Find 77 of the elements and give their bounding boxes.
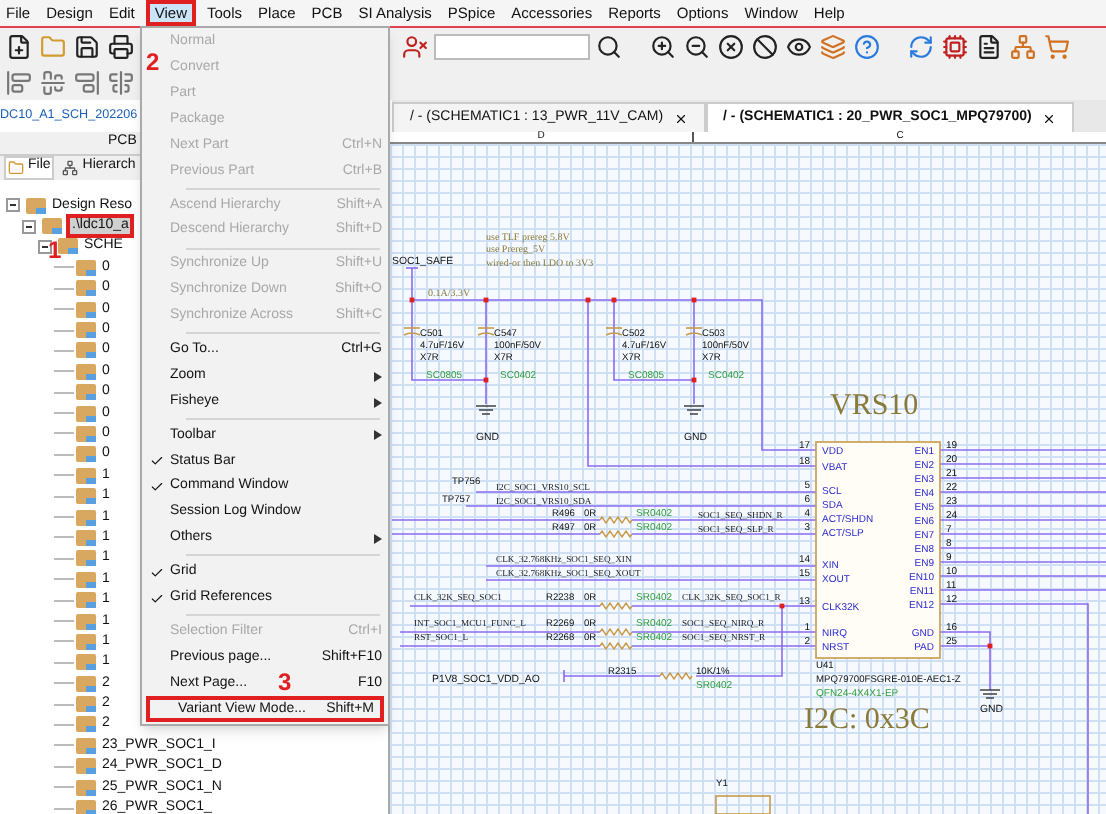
folder-icon xyxy=(76,592,96,609)
folder-icon xyxy=(76,467,96,484)
folder-icon xyxy=(76,613,96,629)
submenu-arrow-icon xyxy=(374,371,382,382)
submenu-arrow-icon xyxy=(374,430,382,441)
folder-icon xyxy=(76,425,96,442)
chip-icon[interactable] xyxy=(940,31,970,62)
folder-icon xyxy=(76,405,96,422)
submenu-arrow-icon xyxy=(374,533,382,544)
folder-icon xyxy=(76,633,96,650)
person-icon[interactable] xyxy=(400,31,430,62)
printer-icon[interactable] xyxy=(106,31,136,62)
folder-icon xyxy=(76,550,96,567)
folder-icon xyxy=(76,509,96,526)
folder-icon xyxy=(76,571,96,588)
collapse-icon[interactable] xyxy=(22,219,36,234)
folder-icon xyxy=(76,488,96,505)
search-icon[interactable] xyxy=(594,31,624,62)
ground-symbol xyxy=(683,405,705,415)
annotation-number: 1 xyxy=(48,238,62,262)
resistor-symbol xyxy=(599,515,633,525)
capacitor-symbol xyxy=(403,327,421,336)
folder-icon xyxy=(76,716,96,733)
resistor-symbol xyxy=(599,627,633,637)
folder-icon xyxy=(76,446,96,463)
close-icon[interactable] xyxy=(1041,111,1056,125)
schematic-title: VRS10 xyxy=(830,390,919,422)
align-left-icon[interactable] xyxy=(4,68,34,99)
close-icon[interactable] xyxy=(673,111,688,125)
ground-symbol xyxy=(979,689,1001,699)
cart-icon[interactable] xyxy=(1042,31,1072,62)
save-icon[interactable] xyxy=(72,31,102,62)
new-file-icon[interactable] xyxy=(4,31,34,62)
folder-icon xyxy=(26,197,46,214)
folder-icon xyxy=(76,800,96,814)
annotation-number: 2 xyxy=(146,50,160,74)
resistor-symbol xyxy=(659,671,693,681)
folder-icon xyxy=(76,529,96,546)
folder-icon xyxy=(76,675,96,692)
folder-icon xyxy=(76,779,96,796)
hierarchy-icon xyxy=(62,159,79,175)
folder-icon xyxy=(76,654,96,671)
folder-icon xyxy=(76,696,96,713)
zoom-in-icon[interactable] xyxy=(648,31,678,62)
align-center-icon[interactable] xyxy=(38,68,68,99)
folder-icon xyxy=(42,218,62,235)
resistor-symbol xyxy=(599,601,633,611)
capacitor-symbol xyxy=(605,327,623,336)
folder-icon xyxy=(76,280,96,297)
align-right-icon[interactable] xyxy=(72,68,102,99)
folder-icon xyxy=(76,301,96,318)
capacitor-symbol xyxy=(477,327,495,336)
resistor-symbol xyxy=(599,641,633,651)
align-middle-icon[interactable] xyxy=(106,68,136,99)
collapse-icon[interactable] xyxy=(6,198,20,213)
folder-icon xyxy=(76,259,96,276)
annotation-number: 3 xyxy=(278,670,292,694)
collapse-icon[interactable] xyxy=(38,239,52,254)
sync-icon[interactable] xyxy=(906,31,936,62)
folder-icon xyxy=(76,737,96,754)
folder-icon xyxy=(76,758,96,775)
ground-symbol xyxy=(475,405,497,415)
submenu-arrow-icon xyxy=(374,397,382,408)
folder-icon xyxy=(76,342,96,359)
folder-icon xyxy=(76,363,96,380)
folder-icon xyxy=(76,384,96,401)
folder-icon xyxy=(58,238,78,255)
zoom-out-icon[interactable] xyxy=(682,31,712,62)
crystal-body xyxy=(715,795,771,814)
capacitor-symbol xyxy=(685,327,703,336)
notes-icon[interactable] xyxy=(974,31,1004,62)
schematic-title: I2C: 0x3C xyxy=(804,704,930,736)
search-combo-field[interactable] xyxy=(434,33,590,60)
resistor-symbol xyxy=(599,529,633,539)
folder-icon xyxy=(8,159,24,175)
help-icon[interactable] xyxy=(852,31,882,62)
folder-icon xyxy=(76,322,96,339)
